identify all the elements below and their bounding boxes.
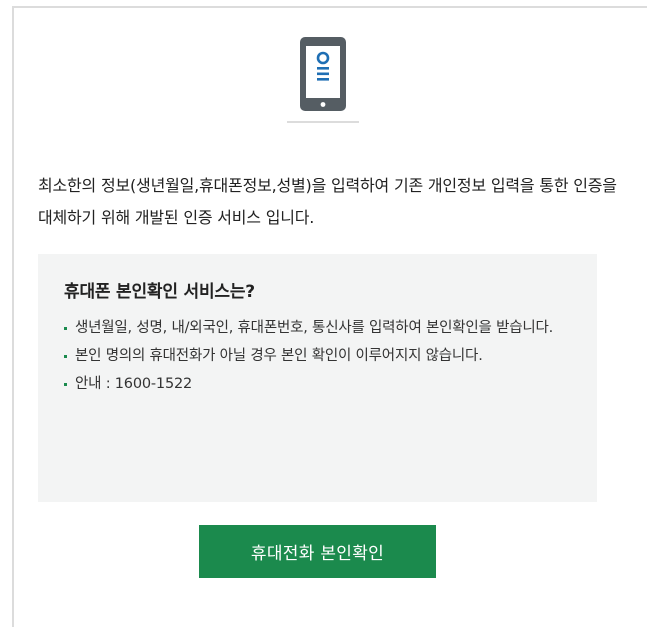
info-item-ownership: 본인 명의의 휴대전화가 아닐 경우 본인 확인이 이루어지지 않습니다. [64, 345, 571, 367]
mobile-phone-icon [287, 34, 359, 124]
info-item-contact: 안내 : 1600-1522 [64, 373, 571, 395]
info-box: 휴대폰 본인확인 서비스는? 생년월일, 성명, 내/외국인, 휴대폰번호, 통… [38, 254, 597, 502]
phone-verification-button[interactable]: 휴대전화 본인확인 [199, 525, 436, 578]
info-item-text: 본인 명의의 휴대전화가 아닐 경우 본인 확인이 이루어지지 않습니다. [75, 348, 483, 364]
bullet-icon [64, 383, 67, 386]
info-item-text: 생년월일, 성명, 내/외국인, 휴대폰번호, 통신사를 입력하여 본인확인을 … [75, 320, 554, 336]
info-list: 생년월일, 성명, 내/외국인, 휴대폰번호, 통신사를 입력하여 본인확인을 … [64, 317, 571, 395]
bullet-icon [64, 355, 67, 358]
info-item-requirements: 생년월일, 성명, 내/외국인, 휴대폰번호, 통신사를 입력하여 본인확인을 … [64, 317, 571, 339]
info-title: 휴대폰 본인확인 서비스는? [64, 282, 255, 302]
bullet-icon [64, 327, 67, 330]
service-description: 최소한의 정보(생년월일,휴대폰정보,성별)을 입력하여 기존 개인정보 입력을… [38, 176, 617, 227]
info-item-text: 안내 : 1600-1522 [75, 376, 193, 392]
